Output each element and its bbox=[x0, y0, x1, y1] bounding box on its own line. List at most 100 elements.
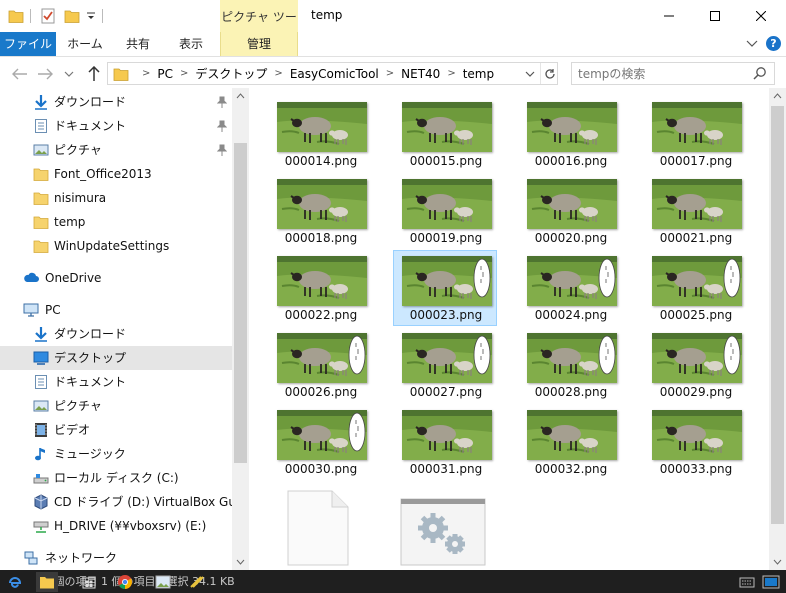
chrome-icon[interactable] bbox=[114, 572, 136, 592]
thumbnail-image bbox=[277, 256, 367, 306]
file-explorer-taskbar-icon[interactable] bbox=[36, 572, 58, 592]
search-icon[interactable] bbox=[753, 66, 767, 83]
file-item[interactable]: 000018.png bbox=[269, 174, 373, 250]
tab-manage[interactable]: 管理 bbox=[220, 32, 298, 56]
store-icon[interactable] bbox=[78, 572, 100, 592]
recent-locations-button[interactable] bbox=[62, 64, 76, 84]
nav-item-font-office2013[interactable]: Font_Office2013 bbox=[0, 162, 232, 186]
file-item[interactable]: 000021.png bbox=[644, 174, 748, 250]
network-drive-icon bbox=[33, 521, 49, 533]
chevron-right-icon[interactable]: > bbox=[270, 68, 286, 79]
forward-button[interactable] bbox=[35, 64, 55, 84]
file-item[interactable]: 000032.png bbox=[519, 405, 623, 481]
up-button[interactable] bbox=[84, 64, 104, 84]
file-item[interactable]: 000022.png bbox=[269, 251, 373, 327]
nav-item-pc[interactable]: PC bbox=[0, 298, 232, 322]
thumbnail-image bbox=[277, 333, 367, 383]
nav-item-pc-pictures[interactable]: ピクチャ bbox=[0, 394, 232, 418]
refresh-button[interactable] bbox=[540, 63, 558, 84]
show-desktop-icon[interactable] bbox=[760, 572, 782, 592]
file-item[interactable]: 000017.png bbox=[644, 97, 748, 173]
address-history-button[interactable] bbox=[522, 63, 538, 84]
maximize-button[interactable] bbox=[692, 0, 738, 32]
nav-item-temp[interactable]: temp bbox=[0, 210, 232, 234]
file-item[interactable]: 000026.png bbox=[269, 328, 373, 404]
minimize-button[interactable] bbox=[646, 0, 692, 32]
chevron-right-icon[interactable]: > bbox=[382, 68, 398, 79]
properties-icon[interactable] bbox=[40, 8, 56, 24]
breadcrumb-temp[interactable]: temp bbox=[460, 67, 497, 81]
chevron-right-icon[interactable]: > bbox=[138, 68, 154, 79]
nav-item-downloads[interactable]: ダウンロード bbox=[0, 90, 232, 114]
nav-item-documents[interactable]: ドキュメント bbox=[0, 114, 232, 138]
nav-item-cd-drive-d[interactable]: CD ドライブ (D:) VirtualBox Guest Ac bbox=[0, 490, 232, 514]
file-item[interactable] bbox=[400, 498, 486, 566]
scroll-down-button[interactable] bbox=[232, 554, 249, 570]
nav-item-pc-downloads[interactable]: ダウンロード bbox=[0, 322, 232, 346]
file-item[interactable] bbox=[284, 487, 352, 569]
nav-item-winupdatesettings[interactable]: WinUpdateSettings bbox=[0, 234, 232, 258]
new-folder-icon[interactable] bbox=[64, 8, 80, 24]
scroll-up-button[interactable] bbox=[232, 88, 249, 104]
nav-item-pc-desktop[interactable]: デスクトップ bbox=[0, 346, 232, 370]
document-icon bbox=[35, 119, 47, 133]
customize-toolbar-icon[interactable] bbox=[86, 8, 96, 24]
breadcrumb-pc[interactable]: PC bbox=[154, 67, 176, 81]
back-button[interactable] bbox=[10, 64, 30, 84]
file-item[interactable]: 000020.png bbox=[519, 174, 623, 250]
content-scrollbar-thumb[interactable] bbox=[771, 106, 784, 524]
nav-item-local-disk-c[interactable]: ローカル ディスク (C:) bbox=[0, 466, 232, 490]
nav-item-h-drive-e[interactable]: H_DRIVE (¥¥vboxsrv) (E:) bbox=[0, 514, 232, 538]
search-box[interactable] bbox=[571, 62, 775, 85]
nav-item-pc-music[interactable]: ミュージック bbox=[0, 442, 232, 466]
thumbnail-image bbox=[402, 333, 492, 383]
file-item[interactable]: 000033.png bbox=[644, 405, 748, 481]
nav-item-network[interactable]: ネットワーク bbox=[0, 546, 232, 570]
file-item[interactable]: 000019.png bbox=[394, 174, 498, 250]
keyboard-icon[interactable] bbox=[736, 572, 758, 592]
tool-icon[interactable] bbox=[186, 572, 208, 592]
content-scrollbar[interactable] bbox=[769, 88, 786, 570]
file-item[interactable]: 000025.png bbox=[644, 251, 748, 327]
nav-item-pc-videos[interactable]: ビデオ bbox=[0, 418, 232, 442]
breadcrumb-desktop[interactable]: デスクトップ bbox=[192, 65, 270, 82]
file-item[interactable]: 000028.png bbox=[519, 328, 623, 404]
address-bar[interactable]: > PC > デスクトップ > EasyComicTool > NET40 > … bbox=[107, 62, 558, 85]
nav-item-pictures[interactable]: ピクチャ bbox=[0, 138, 232, 162]
folder-icon bbox=[113, 66, 129, 85]
tab-share[interactable]: 共有 bbox=[113, 32, 163, 56]
nav-item-nisimura[interactable]: nisimura bbox=[0, 186, 232, 210]
nav-item-pc-documents[interactable]: ドキュメント bbox=[0, 370, 232, 394]
tab-view[interactable]: 表示 bbox=[165, 32, 217, 56]
chevron-right-icon[interactable]: > bbox=[443, 68, 459, 79]
nav-scrollbar-thumb[interactable] bbox=[234, 143, 247, 463]
search-input[interactable] bbox=[578, 65, 748, 82]
edge-icon[interactable] bbox=[4, 572, 26, 592]
folder-icon[interactable] bbox=[8, 8, 24, 24]
chevron-down-icon bbox=[746, 40, 758, 47]
file-item[interactable]: 000016.png bbox=[519, 97, 623, 173]
file-item[interactable]: 000024.png bbox=[519, 251, 623, 327]
file-item[interactable]: 000030.png bbox=[269, 405, 373, 481]
scroll-down-button[interactable] bbox=[769, 554, 786, 570]
help-button[interactable]: ? bbox=[766, 36, 781, 51]
file-item[interactable]: 000029.png bbox=[644, 328, 748, 404]
tab-home[interactable]: ホーム bbox=[57, 32, 113, 56]
close-button[interactable] bbox=[738, 0, 784, 32]
expand-ribbon-button[interactable] bbox=[744, 36, 760, 52]
thumbnail-image bbox=[402, 179, 492, 229]
nav-scrollbar[interactable] bbox=[232, 88, 249, 570]
file-item[interactable]: 000031.png bbox=[394, 405, 498, 481]
breadcrumb-net40[interactable]: NET40 bbox=[398, 67, 443, 81]
image-viewer-icon[interactable] bbox=[152, 572, 174, 592]
breadcrumb-easycomictool[interactable]: EasyComicTool bbox=[287, 67, 382, 81]
file-item[interactable]: 000023.png bbox=[393, 250, 497, 326]
tab-file[interactable]: ファイル bbox=[0, 32, 56, 56]
file-item[interactable]: 000015.png bbox=[394, 97, 498, 173]
scroll-up-button[interactable] bbox=[769, 88, 786, 104]
file-item[interactable]: 000027.png bbox=[394, 328, 498, 404]
chevron-right-icon[interactable]: > bbox=[176, 68, 192, 79]
nav-item-onedrive[interactable]: OneDrive bbox=[0, 266, 232, 290]
file-item[interactable]: 000014.png bbox=[269, 97, 373, 173]
cloud-icon bbox=[24, 272, 39, 282]
